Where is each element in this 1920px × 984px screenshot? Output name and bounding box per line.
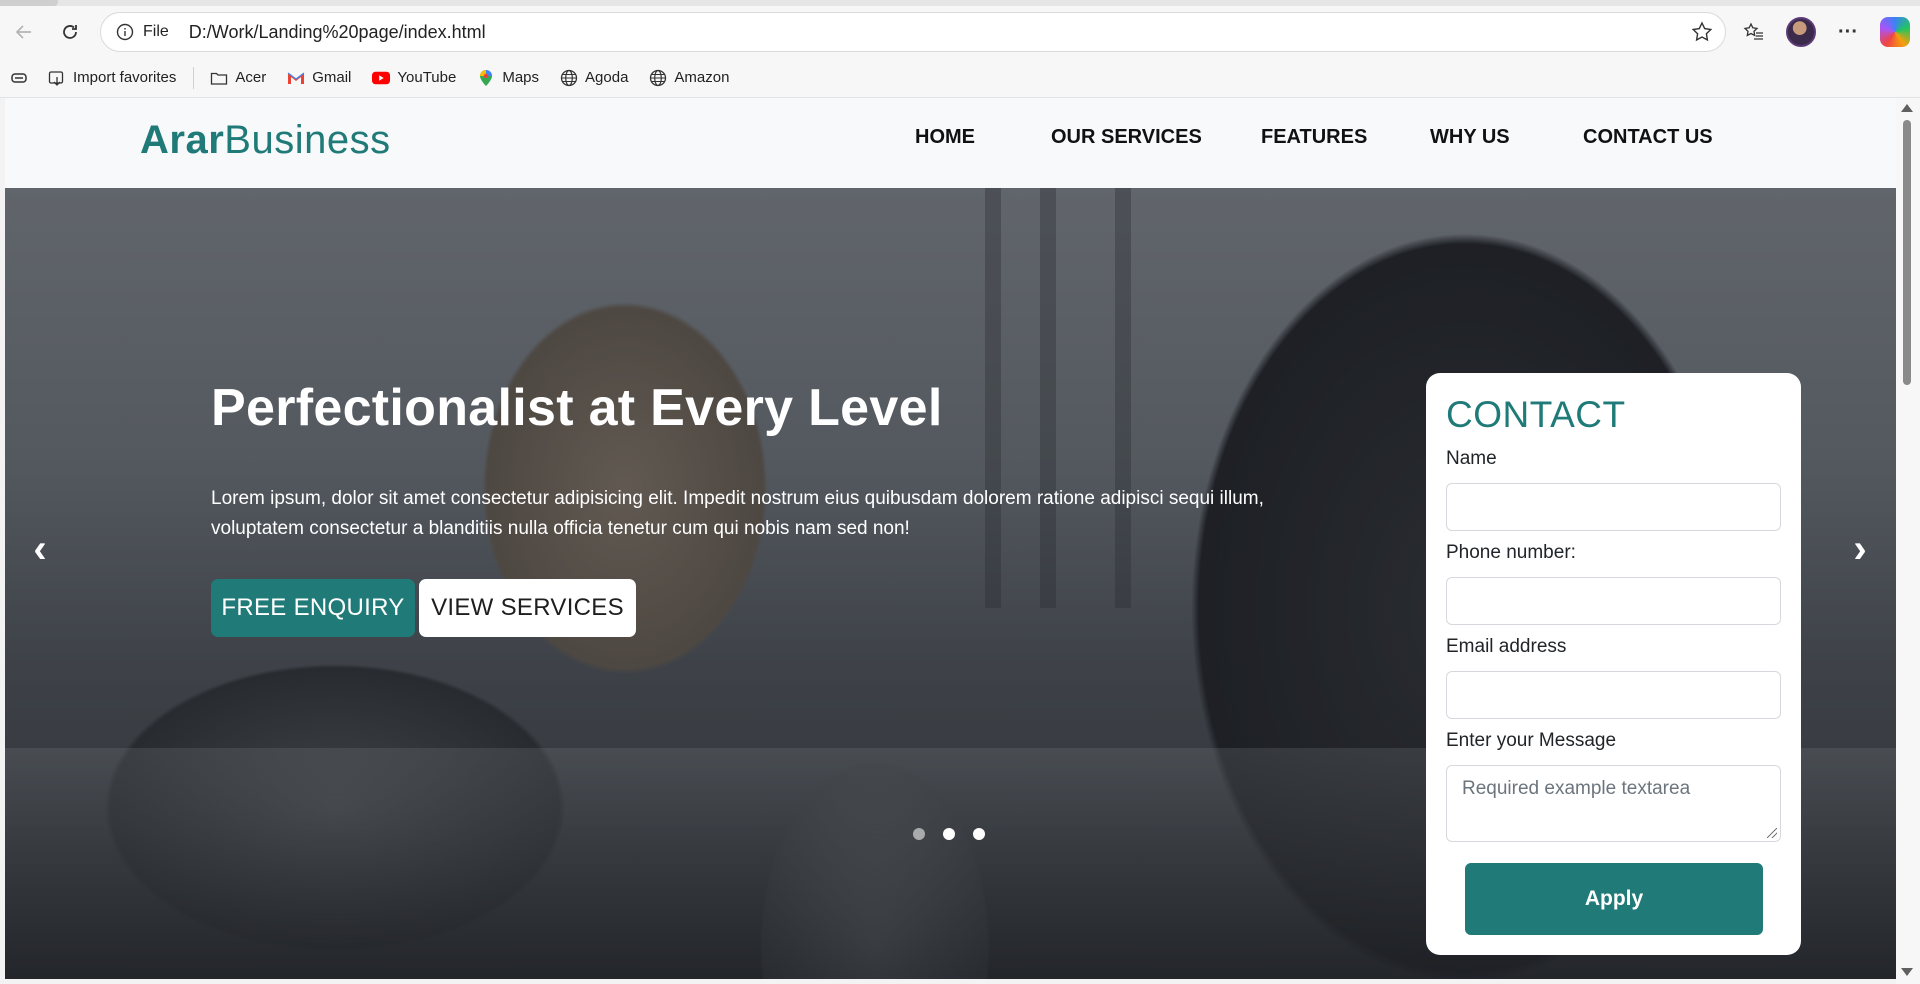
fav-gmail[interactable]: Gmail [287,69,351,87]
more-menu-button[interactable]: ··· [1828,12,1868,52]
favorites-separator [193,66,195,89]
resize-grip-icon[interactable] [1767,828,1777,838]
fav-label: Import favorites [73,69,177,86]
collapse-icon [10,69,28,87]
phone-label: Phone number: [1446,542,1576,563]
fav-agoda[interactable]: Agoda [560,69,628,87]
import-icon [48,69,66,87]
copilot-icon[interactable] [1880,17,1910,47]
bg-window-frame [1115,188,1131,608]
apply-button[interactable]: Apply [1465,863,1763,935]
phone-field[interactable] [1446,577,1781,625]
carousel-indicator[interactable] [973,828,985,840]
email-field[interactable] [1446,671,1781,719]
gmail-icon [287,69,305,87]
maps-pin-icon [477,69,495,87]
scroll-up-icon[interactable] [1901,104,1913,112]
nav-home[interactable]: HOME [915,126,975,149]
favorites-collapse[interactable] [10,69,28,87]
toolbar-right: ··· [1734,12,1920,52]
view-services-button[interactable]: VIEW SERVICES [419,579,636,637]
message-textarea[interactable]: Required example textarea [1446,765,1781,842]
email-label: Email address [1446,636,1567,657]
back-button[interactable] [4,12,44,52]
folder-icon [210,69,228,87]
fav-acer[interactable]: Acer [210,69,266,87]
hero-description: Lorem ipsum, dolor sit amet consectetur … [211,488,1264,539]
carousel-indicator[interactable] [913,828,925,840]
fav-youtube[interactable]: YouTube [372,69,456,87]
free-enquiry-button[interactable]: FREE ENQUIRY [211,579,415,637]
youtube-icon [372,69,391,87]
nav-contact-us[interactable]: CONTACT US [1583,126,1713,149]
nav-our-services[interactable]: OUR SERVICES [1051,126,1202,149]
scrollbar-thumb[interactable] [1903,120,1911,385]
message-placeholder: Required example textarea [1462,778,1691,799]
scroll-down-icon[interactable] [1901,968,1913,976]
page-viewport: ArarBusiness HOME OUR SERVICES FEATURES … [5,98,1896,979]
page-scrollbar[interactable] [1896,98,1920,984]
refresh-icon [63,25,77,39]
favorites-button[interactable] [1734,12,1774,52]
main-menu: HOME OUR SERVICES FEATURES WHY US CONTAC… [5,126,1896,156]
name-label: Name [1446,448,1497,469]
fav-amazon[interactable]: Amazon [649,69,729,87]
carousel-indicator[interactable] [943,828,955,840]
site-info-icon[interactable] [115,22,135,42]
nav-features[interactable]: FEATURES [1261,126,1367,149]
favorite-star-icon[interactable] [1691,21,1713,48]
fav-label: Agoda [585,69,629,86]
message-label: Enter your Message [1446,730,1617,751]
hero-title: Perfectionalist at Every Level [211,379,943,437]
hero-carousel: ‹ › Perfectionalist at Every Level Lorem… [5,188,1896,979]
fav-maps[interactable]: Maps [477,69,539,87]
favorites-list-icon [1743,22,1763,40]
bg-window-frame [985,188,1001,608]
fav-label: YouTube [397,69,457,86]
address-bar[interactable]: File D:/Work/Landing%20page/index.html [100,12,1726,52]
contact-form-card: CONTACT Name Phone number: Email address… [1426,373,1801,955]
carousel-prev-button[interactable]: ‹ [25,529,55,569]
profile-avatar[interactable] [1786,17,1816,47]
fav-label: Maps [502,69,540,86]
fav-label: Acer [235,69,267,86]
address-scheme-label: File [143,23,169,40]
fav-label: Gmail [312,69,352,86]
name-field[interactable] [1446,483,1781,531]
browser-toolbar: File D:/Work/Landing%20page/index.html ·… [0,6,1920,58]
site-navbar: ArarBusiness HOME OUR SERVICES FEATURES … [5,98,1896,188]
nav-why-us[interactable]: WHY US [1430,126,1510,149]
bg-window-frame [1040,188,1056,608]
globe-icon [649,69,667,87]
carousel-next-button[interactable]: › [1845,529,1875,569]
carousel-indicators [913,828,985,840]
globe-icon [560,69,578,87]
address-url[interactable]: D:/Work/Landing%20page/index.html [189,22,486,43]
fav-label: Amazon [674,69,730,86]
favorites-bar: Import favorites Acer Gmail YouTube Maps… [0,58,1920,98]
refresh-button[interactable] [50,12,90,52]
fav-import-favorites[interactable]: Import favorites [48,69,176,87]
back-arrow-icon [15,25,31,39]
contact-title: CONTACT [1446,394,1626,435]
